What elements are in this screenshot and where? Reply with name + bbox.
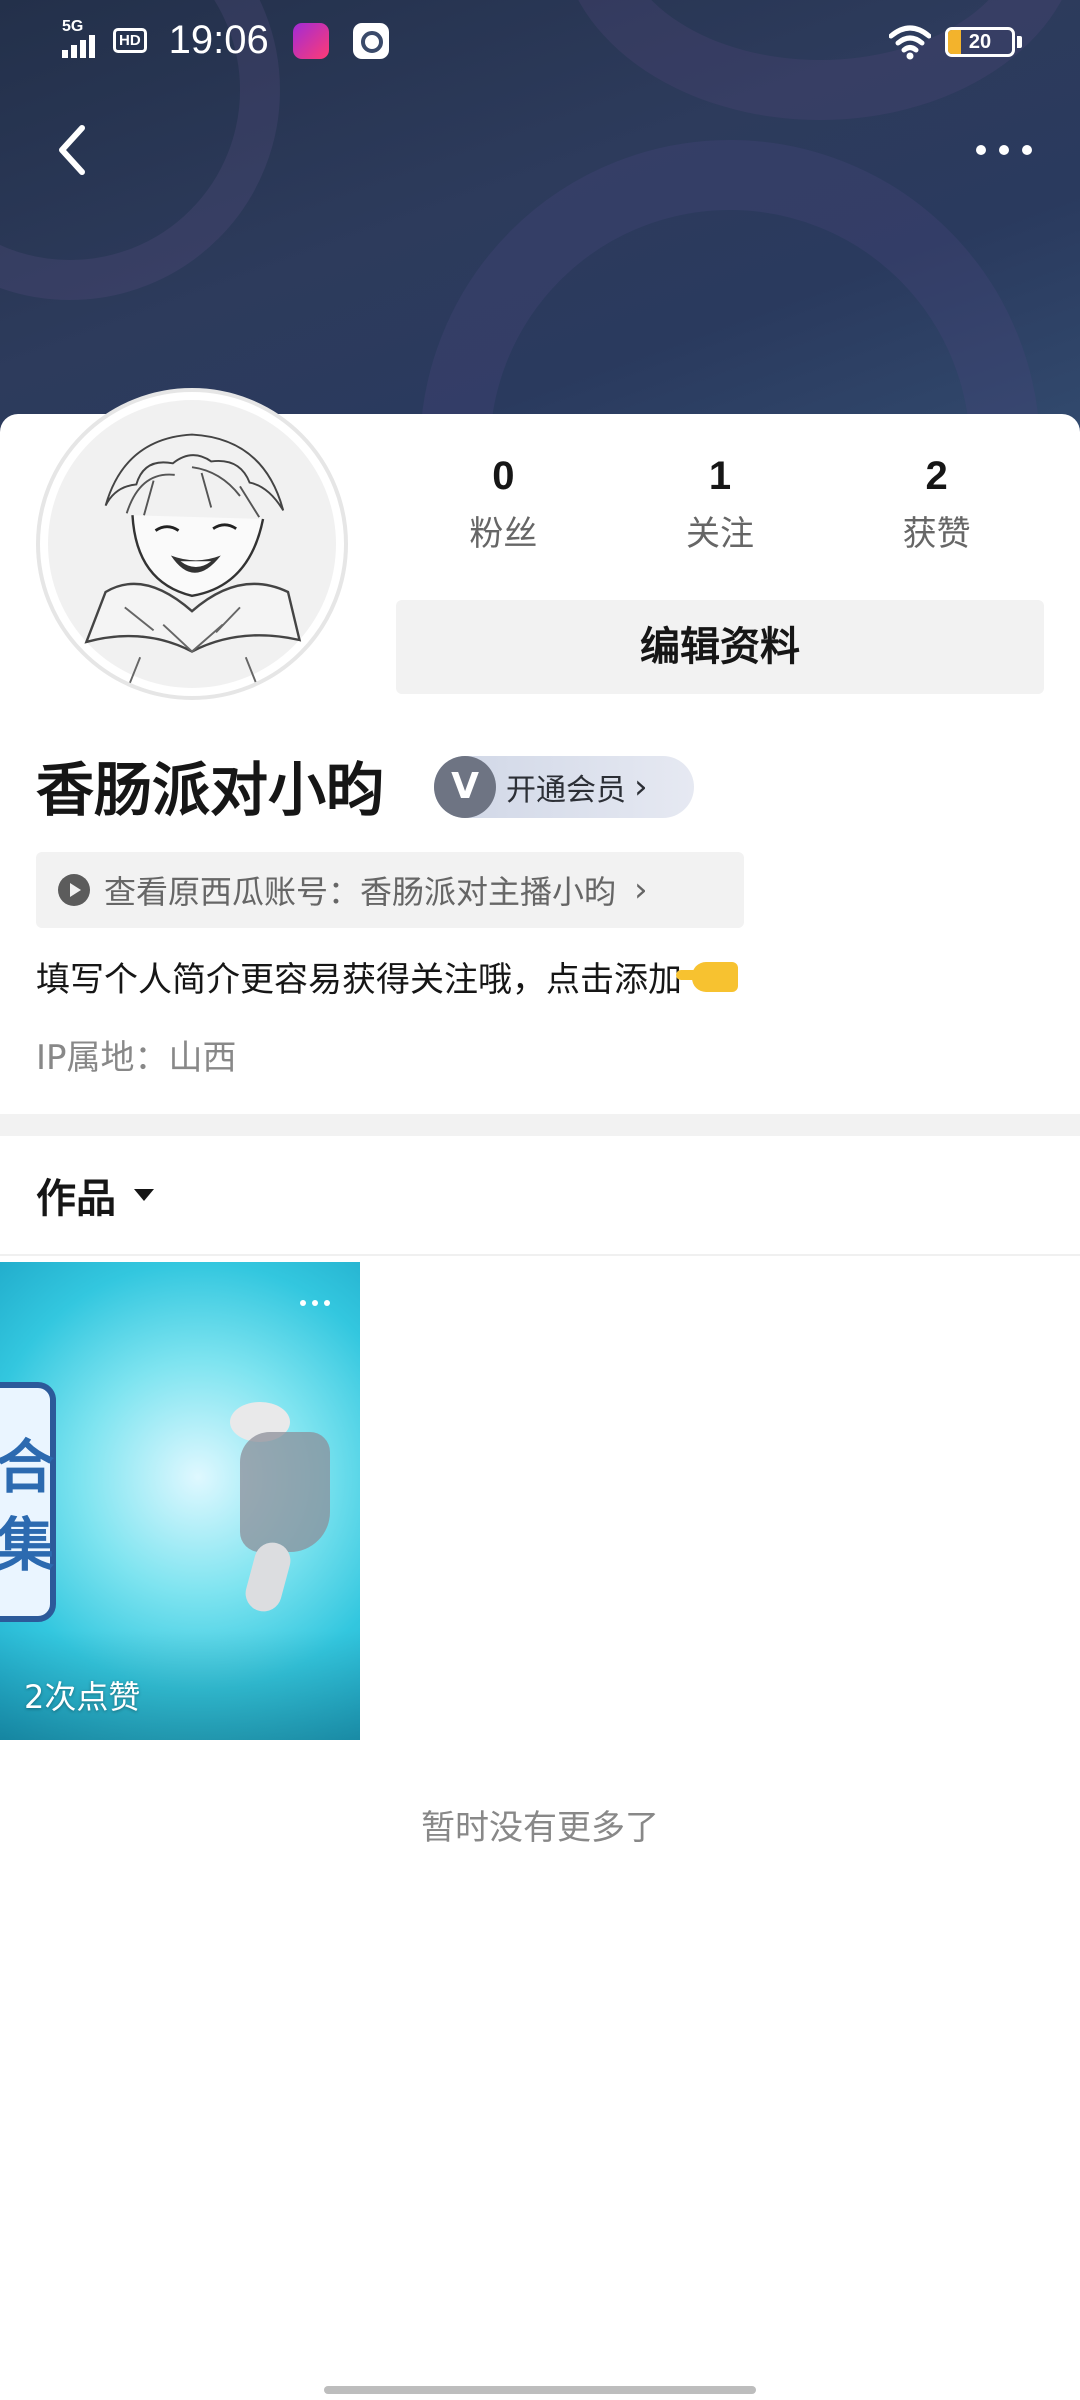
home-indicator[interactable] [324, 2386, 756, 2394]
more-options-button[interactable] [968, 128, 1040, 172]
pointing-hand-icon [676, 961, 738, 992]
dot [976, 145, 986, 155]
followers-stat[interactable]: 0 粉丝 [395, 450, 612, 560]
vip-label: 开通会员 [506, 773, 626, 808]
video-thumbnail[interactable]: 合集 2次点赞 [0, 1262, 360, 1740]
stat-value: 1 [708, 454, 732, 498]
stat-value: 2 [925, 454, 948, 498]
end-of-list-text: 暂时没有更多了 [421, 1808, 659, 1848]
xigua-account-text: 查看原西瓜账号：香肠派对主播小昀 [104, 873, 617, 911]
dot [999, 145, 1009, 155]
stat-label: 关注 [686, 514, 754, 554]
banner-decoration [420, 140, 1040, 440]
status-time: 19:06 [168, 18, 269, 62]
likes-stat[interactable]: 2 获赞 [828, 450, 1045, 560]
wifi-icon [888, 24, 932, 60]
chevron-right-icon: › [634, 870, 648, 910]
caret-down-icon [134, 1189, 154, 1201]
avatar-image [48, 400, 336, 688]
content-tabs: 作品 [0, 1136, 1080, 1256]
back-button[interactable] [50, 120, 94, 180]
search-app-notification-icon [352, 22, 389, 59]
following-stat[interactable]: 1 关注 [612, 450, 829, 560]
vip-icon: V [434, 756, 496, 818]
ip-location: IP属地：山西 [36, 1038, 237, 1078]
play-icon [58, 874, 90, 906]
chevron-left-icon [59, 125, 85, 175]
profile-stats: 0 粉丝 1 关注 2 获赞 [395, 450, 1045, 560]
anime-sketch-avatar [84, 433, 302, 687]
edit-profile-button[interactable]: 编辑资料 [396, 600, 1044, 694]
battery-tip [1017, 36, 1022, 48]
stat-label: 获赞 [902, 514, 971, 554]
chevron-right-icon: › [634, 767, 648, 807]
video-more-icon[interactable] [300, 1300, 330, 1306]
tab-works[interactable]: 作品 [36, 1166, 154, 1224]
xigua-account-link[interactable]: 查看原西瓜账号：香肠派对主播小昀 › [36, 852, 744, 928]
dot [1022, 145, 1032, 155]
game-character-figure [210, 1372, 340, 1616]
stat-label: 粉丝 [469, 514, 538, 554]
section-divider [0, 1114, 1080, 1136]
video-like-count: 2次点赞 [24, 1678, 141, 1716]
bio-prompt[interactable]: 填写个人简介更容易获得关注哦，点击添加 [36, 952, 738, 1001]
video-app-notification-icon [292, 22, 329, 59]
bio-text: 填写个人简介更容易获得关注哦，点击添加 [36, 960, 682, 1000]
status-bar: 5G HD 19:06 20 [0, 0, 1080, 84]
vip-membership-button[interactable]: V 开通会员 › [434, 756, 694, 818]
video-overlay-text: 合集 [0, 1433, 55, 1579]
avatar[interactable] [36, 388, 348, 700]
tab-works-label: 作品 [36, 1176, 116, 1222]
username: 香肠派对小昀 [36, 756, 385, 824]
hd-icon: HD [113, 28, 147, 53]
cellular-signal-icon: 5G [62, 18, 95, 58]
battery-icon: 20 [945, 27, 1015, 57]
stat-value: 0 [492, 454, 515, 498]
video-overlay-panel: 合集 [0, 1382, 56, 1622]
